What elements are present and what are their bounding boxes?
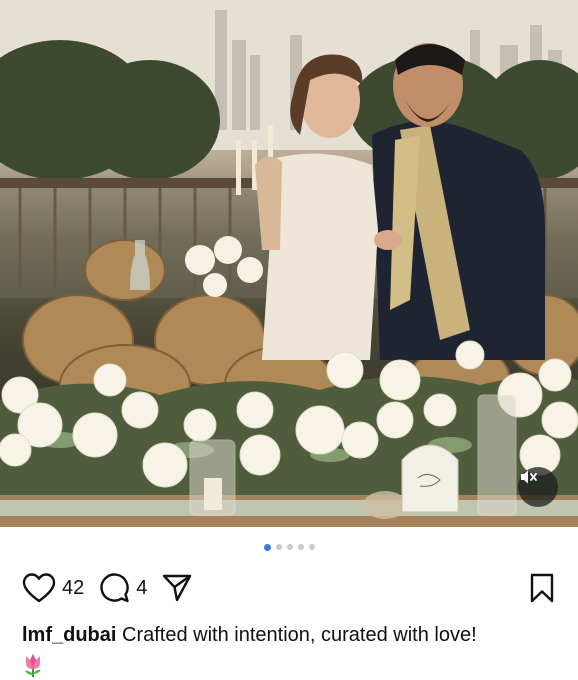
post-caption: lmf_dubai Crafted with intention, curate… [22, 620, 558, 680]
save-button[interactable] [528, 572, 556, 604]
share-button[interactable] [161, 572, 193, 604]
carousel-dot [275, 544, 282, 550]
like-button[interactable]: 42 [22, 572, 84, 604]
wedding-scene-illustration [0, 0, 578, 527]
comment-count: 4 [136, 576, 148, 599]
post-photo[interactable] [0, 0, 578, 527]
post-actions-bar: 42 4 [22, 570, 556, 606]
comment-bubble-icon [100, 573, 129, 603]
mute-toggle-button[interactable] [518, 467, 558, 507]
tulip-icon [22, 652, 558, 680]
caption-text: Crafted with intention, curated with lov… [122, 624, 477, 646]
heart-icon [22, 573, 56, 603]
caption-username[interactable]: lmf_dubai [22, 624, 116, 646]
carousel-dot [308, 544, 315, 550]
carousel-dot [263, 543, 271, 551]
carousel-indicator [0, 543, 578, 551]
carousel-dot [286, 544, 293, 550]
speaker-muted-icon [521, 470, 537, 484]
paper-plane-icon [163, 574, 192, 602]
carousel-dot [297, 544, 304, 550]
bookmark-icon [530, 573, 554, 603]
comment-button[interactable]: 4 [98, 572, 147, 604]
like-count: 42 [62, 576, 85, 599]
